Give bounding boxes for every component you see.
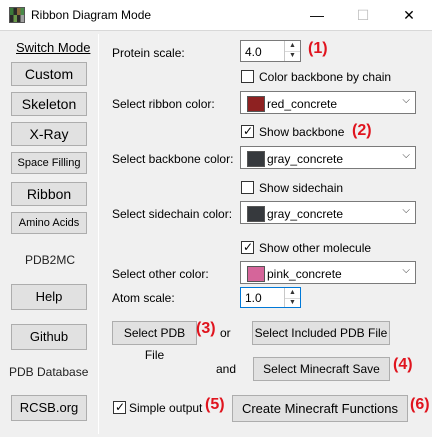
chevron-down-icon: ⌵	[402, 205, 410, 216]
backbone-color-value: gray_concrete	[267, 152, 344, 166]
chevron-down-icon: ⌵	[402, 95, 410, 106]
skeleton-mode-button[interactable]: Skeleton	[11, 92, 87, 116]
annotation-6: (6)	[410, 396, 430, 413]
spin-arrows: ▲ ▼	[284, 41, 300, 61]
switch-mode-link[interactable]: Switch Mode	[16, 40, 90, 55]
title-divider	[0, 30, 432, 31]
other-color-swatch	[247, 266, 265, 282]
chevron-down-icon: ⌵	[402, 265, 410, 276]
ribbon-mode-button[interactable]: Ribbon	[11, 182, 87, 206]
window-title: Ribbon Diagram Mode	[31, 8, 152, 22]
or-label: or	[220, 326, 231, 340]
checkmark-icon: ✓	[243, 240, 254, 254]
ribbon-color-dropdown[interactable]: red_concrete ⌵	[240, 91, 416, 114]
space-filling-mode-button[interactable]: Space Filling	[11, 152, 87, 174]
backbone-color-swatch	[247, 151, 265, 167]
protein-scale-label: Protein scale:	[112, 46, 185, 60]
color-backbone-by-chain-checkbox[interactable]	[241, 70, 254, 83]
spin-down-icon[interactable]: ▼	[285, 51, 300, 61]
simple-output-checkbox[interactable]: ✓	[113, 400, 126, 414]
sidebar-divider	[98, 34, 99, 434]
checkmark-icon: ✓	[115, 400, 126, 414]
ribbon-color-swatch	[247, 96, 265, 112]
ribbon-color-value: red_concrete	[267, 97, 338, 111]
select-pdb-file-button[interactable]: Select PDB File	[112, 321, 197, 362]
minimize-button[interactable]: —	[294, 0, 340, 30]
sidechain-color-value: gray_concrete	[267, 207, 344, 221]
backbone-color-label: Select backbone color:	[112, 152, 234, 166]
atom-scale-spinbox[interactable]: 1.0 ▲ ▼	[240, 287, 301, 308]
pdb2mc-heading: PDB2MC	[25, 253, 76, 267]
ribbon-color-label: Select ribbon color:	[112, 97, 215, 111]
annotation-2: (2)	[352, 122, 372, 139]
simple-output-label: Simple output	[129, 401, 203, 415]
annotation-3: (3)	[196, 320, 216, 337]
app-icon	[9, 7, 25, 23]
annotation-4: (4)	[393, 356, 413, 373]
protein-scale-spinbox[interactable]: 4.0 ▲ ▼	[240, 40, 301, 62]
spin-down-icon[interactable]: ▼	[285, 298, 300, 308]
show-backbone-checkbox[interactable]: ✓	[241, 124, 254, 138]
maximize-button: ☐	[356, 7, 370, 23]
custom-mode-button[interactable]: Custom	[11, 62, 87, 86]
annotation-5: (5)	[205, 396, 225, 413]
github-button[interactable]: Github	[11, 324, 87, 350]
rcsb-button[interactable]: RCSB.org	[11, 395, 87, 421]
xray-mode-button[interactable]: X-Ray	[11, 122, 87, 146]
color-backbone-by-chain-label: Color backbone by chain	[259, 70, 392, 84]
close-button[interactable]: ✕	[386, 0, 432, 30]
and-label: and	[216, 362, 237, 376]
help-button[interactable]: Help	[11, 284, 87, 310]
show-other-molecule-label: Show other molecule	[259, 241, 372, 255]
show-other-molecule-checkbox[interactable]: ✓	[241, 240, 254, 254]
amino-acids-mode-button[interactable]: Amino Acids	[11, 212, 87, 234]
pdb-database-heading: PDB Database	[9, 365, 89, 379]
other-color-dropdown[interactable]: pink_concrete ⌵	[240, 261, 416, 284]
annotation-1: (1)	[308, 40, 328, 57]
chevron-down-icon: ⌵	[402, 150, 410, 161]
protein-scale-value: 4.0	[245, 45, 262, 59]
create-minecraft-functions-button[interactable]: Create Minecraft Functions	[232, 395, 408, 422]
select-included-pdb-button[interactable]: Select Included PDB File	[252, 321, 390, 345]
checkmark-icon: ✓	[243, 124, 254, 138]
show-backbone-label: Show backbone	[259, 125, 345, 139]
spin-arrows: ▲ ▼	[284, 288, 300, 307]
show-sidechain-label: Show sidechain	[259, 181, 344, 195]
atom-scale-value: 1.0	[245, 291, 262, 305]
select-minecraft-save-button[interactable]: Select Minecraft Save	[253, 357, 390, 381]
sidechain-color-dropdown[interactable]: gray_concrete ⌵	[240, 201, 416, 224]
atom-scale-label: Atom scale:	[112, 291, 175, 305]
sidechain-color-swatch	[247, 206, 265, 222]
sidechain-color-label: Select sidechain color:	[112, 207, 233, 221]
show-sidechain-checkbox[interactable]	[241, 181, 254, 194]
other-color-value: pink_concrete	[267, 267, 342, 281]
other-color-label: Select other color:	[112, 267, 209, 281]
backbone-color-dropdown[interactable]: gray_concrete ⌵	[240, 146, 416, 169]
